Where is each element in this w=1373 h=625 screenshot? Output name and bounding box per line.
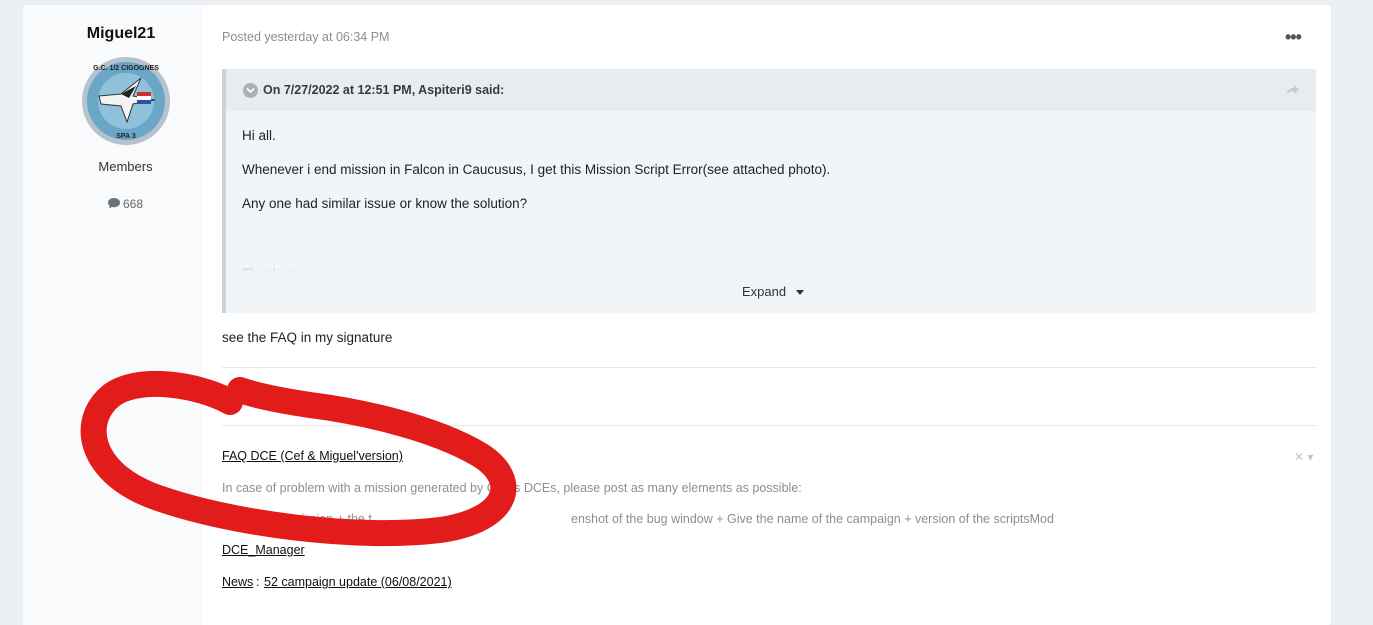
quote-toggle-button[interactable] xyxy=(243,83,258,98)
expand-label: Expand xyxy=(742,284,787,299)
edit-label[interactable]: Edit xyxy=(222,389,243,403)
comment-icon xyxy=(107,198,120,209)
quote-citation[interactable]: On 7/27/2022 at 12:51 PM, Aspiteri9 said… xyxy=(263,83,504,97)
signature-text: In case of problem with a mission genera… xyxy=(222,481,802,495)
divider xyxy=(222,425,1316,426)
caret-down-icon xyxy=(795,290,804,295)
share-icon[interactable] xyxy=(1286,83,1300,101)
quote-block: On 7/27/2022 at 12:51 PM, Aspiteri9 said… xyxy=(222,69,1316,313)
signature-text-partial: the mission + the t xyxy=(270,512,372,526)
signature-options-button[interactable]: ✕ ▾ xyxy=(1294,450,1313,464)
post-count: 668 xyxy=(23,197,228,211)
post-count-value: 668 xyxy=(122,197,144,211)
more-options-button[interactable]: ••• xyxy=(1285,27,1302,48)
quote-line: Hi all. xyxy=(242,128,276,143)
signature-text: enshot of the bug window + Give the name… xyxy=(571,512,1054,526)
author-name[interactable]: Miguel21 xyxy=(23,25,219,43)
news-separator: : xyxy=(256,575,260,589)
faq-link[interactable]: FAQ DCE (Cef & Miguel'version) xyxy=(222,449,403,463)
post-content: see the FAQ in my signature xyxy=(222,330,393,345)
dce-manager-link[interactable]: DCE_Manager xyxy=(222,543,305,557)
divider xyxy=(222,367,1316,368)
author-group: Members xyxy=(98,159,153,174)
news-link[interactable]: News xyxy=(222,575,253,589)
post-date[interactable]: Posted yesterday at 06:34 PM xyxy=(222,30,389,44)
avatar-top-text: G.C. 1/2 CIGOGNES xyxy=(93,65,159,72)
quote-faded-line: Thank you xyxy=(242,261,305,271)
avatar-bottom-text: SPA 3 xyxy=(116,133,136,140)
avatar[interactable]: G.C. 1/2 CIGOGNES SPA 3 xyxy=(81,56,171,146)
quote-header: On 7/27/2022 at 12:51 PM, Aspiteri9 said… xyxy=(226,69,1316,111)
quote-line: Any one had similar issue or know the so… xyxy=(242,196,528,211)
campaign-update-link[interactable]: 52 campaign update (06/08/2021) xyxy=(264,575,452,589)
chevron-down-icon xyxy=(246,87,255,94)
quote-line: Whenever i end mission in Falcon in Cauc… xyxy=(242,162,831,177)
expand-button[interactable]: Expand xyxy=(742,284,804,299)
